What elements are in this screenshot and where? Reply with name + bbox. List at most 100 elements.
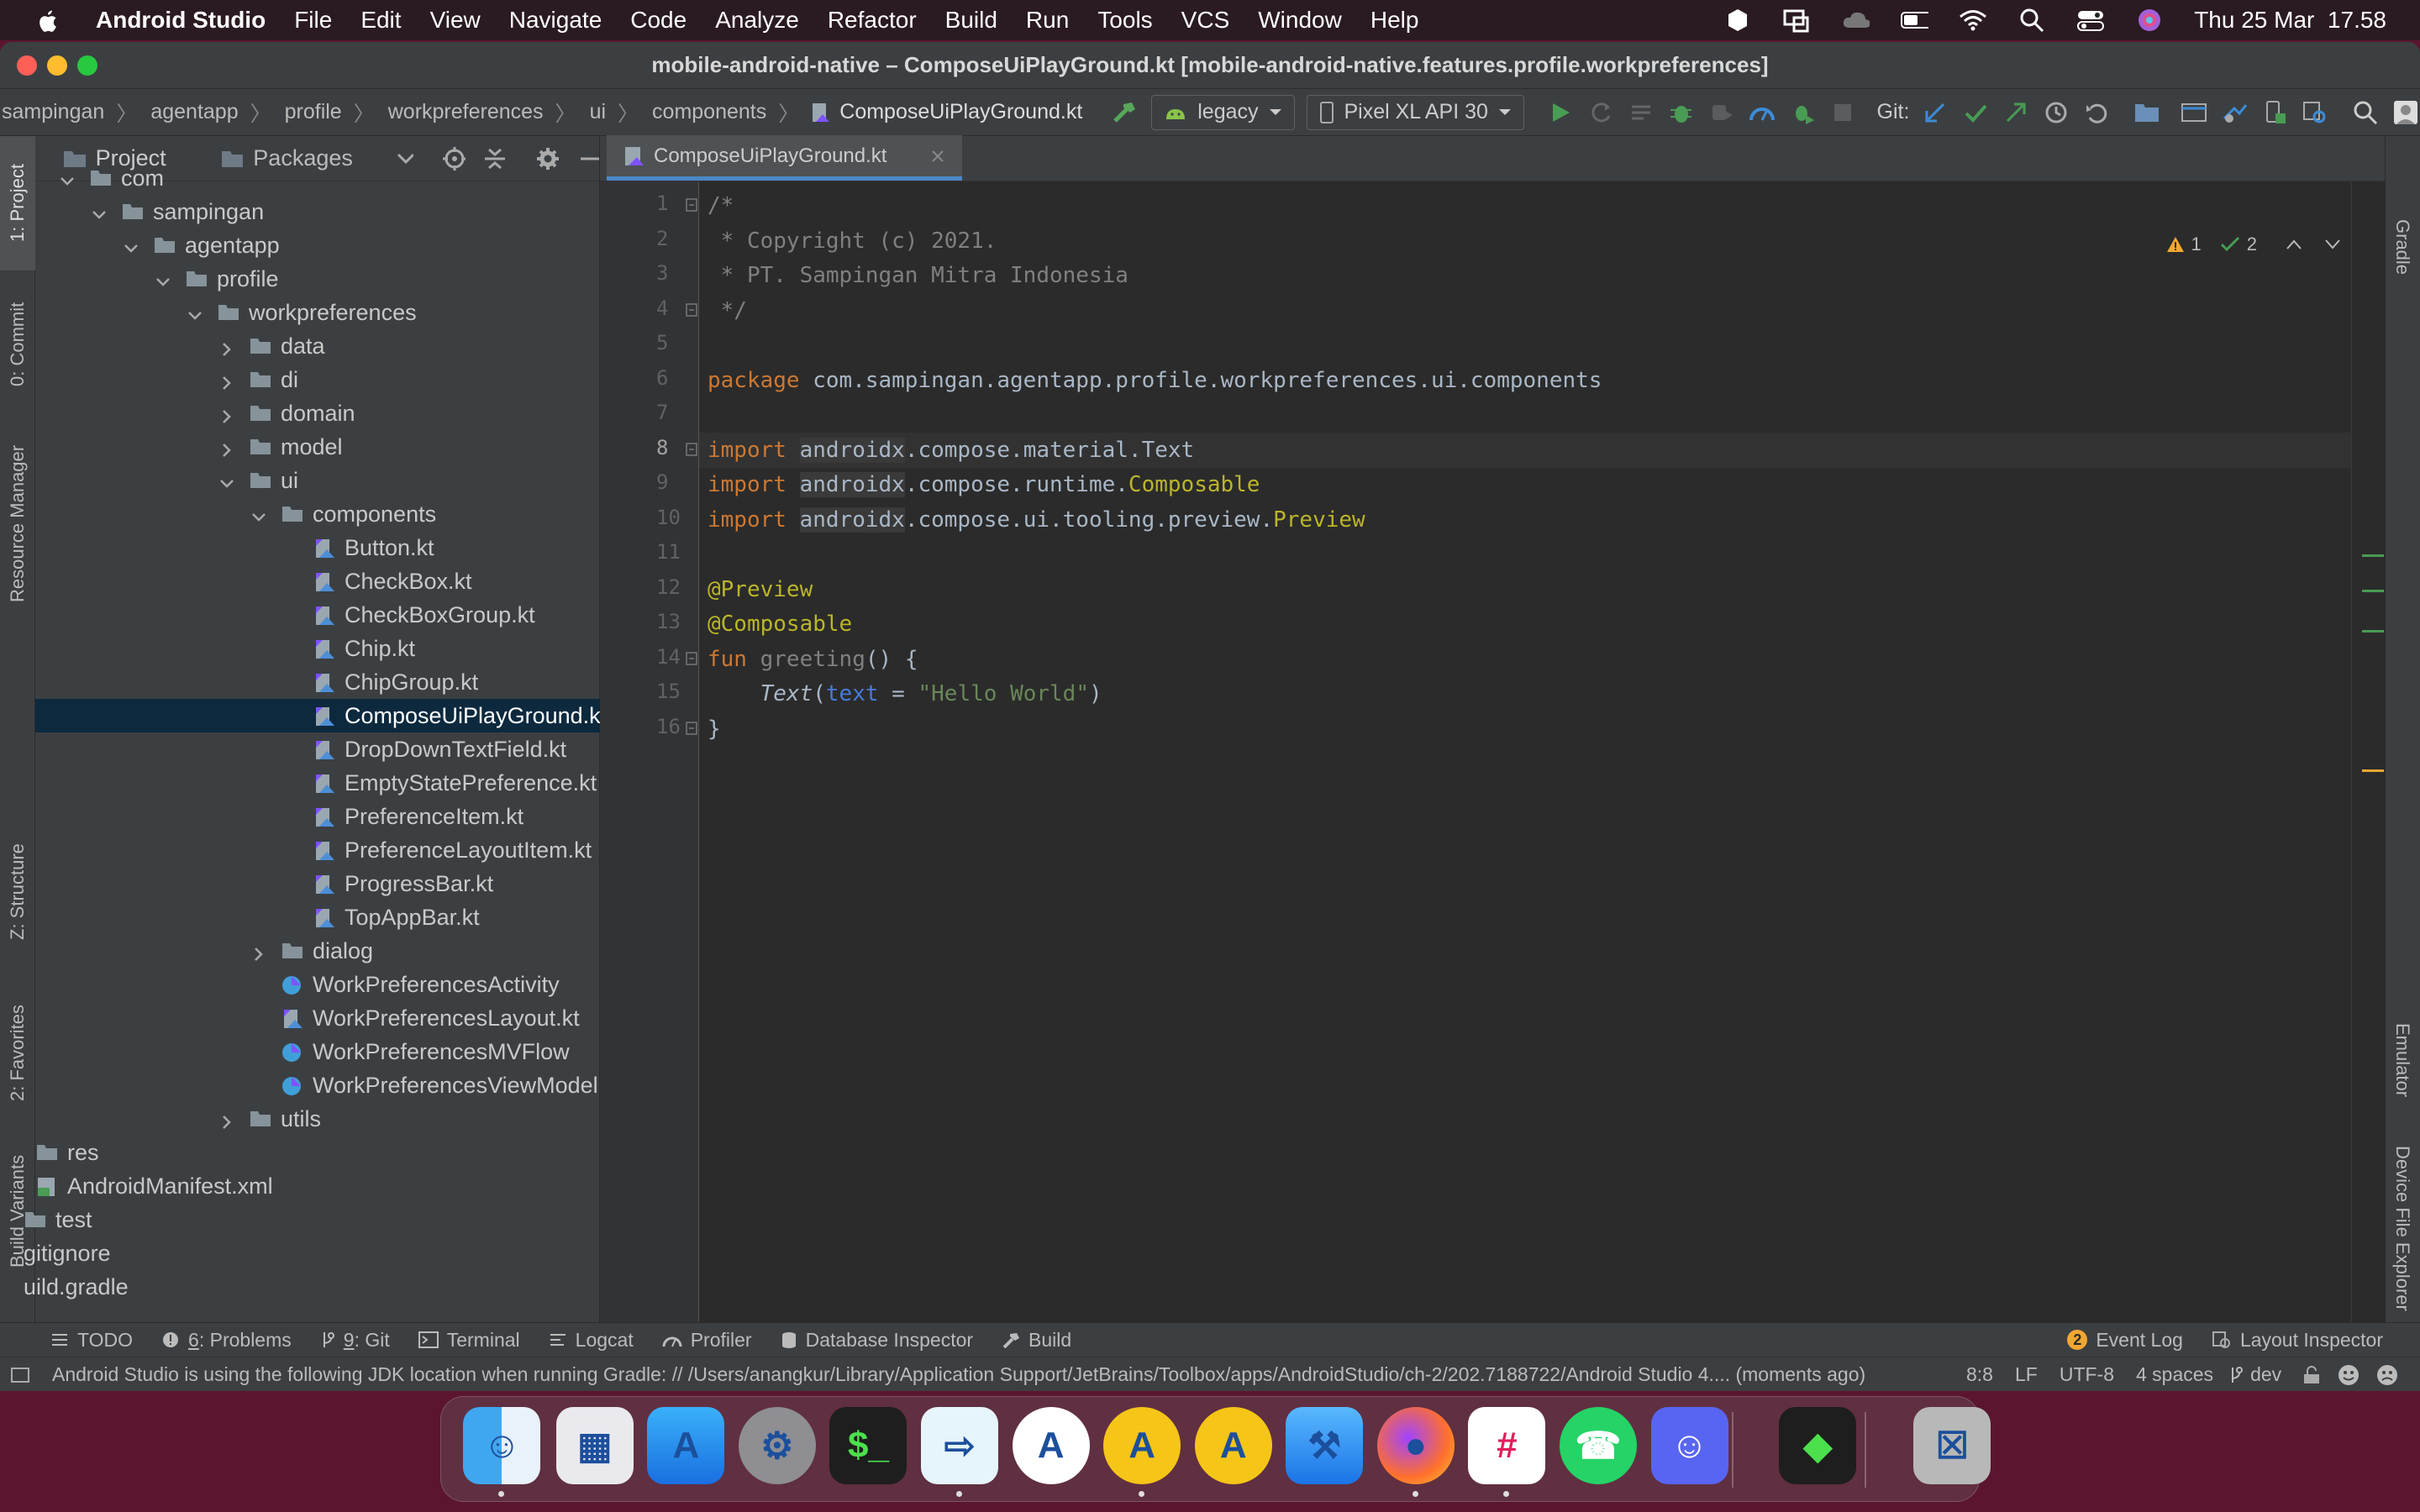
chevron-right-icon[interactable] xyxy=(218,405,235,423)
code-line[interactable]: @Composable xyxy=(708,606,852,642)
code-area[interactable]: /* * Copyright (c) 2021. * PT. Sampingan… xyxy=(708,181,2385,1322)
layout-inspector-button[interactable]: Layout Inspector xyxy=(2212,1329,2383,1352)
tree-file[interactable]: ProgressBar.kt xyxy=(35,867,600,900)
menu-app-name[interactable]: Android Studio xyxy=(96,7,266,34)
git-push-icon[interactable] xyxy=(2002,97,2030,129)
tree-file[interactable]: uild.gradle xyxy=(24,1270,600,1304)
menu-file[interactable]: File xyxy=(294,7,332,34)
file-encoding[interactable]: UTF-8 xyxy=(2060,1363,2114,1386)
tab-device-file-explorer[interactable]: Device File Explorer xyxy=(2385,1144,2420,1312)
tool-window-problems[interactable]: 6: Problems xyxy=(161,1329,292,1352)
tree-folder[interactable]: sampingan xyxy=(35,195,600,228)
tab-resource-manager[interactable]: Resource Manager xyxy=(0,427,35,620)
breadcrumb-item[interactable]: ui xyxy=(588,100,618,124)
tree-file[interactable]: AndroidManifest.xml xyxy=(35,1169,600,1203)
chevron-down-icon[interactable] xyxy=(218,472,235,489)
tool-window-profiler[interactable]: Profiler xyxy=(662,1329,752,1352)
tree-file[interactable]: DropDownTextField.kt xyxy=(35,732,600,766)
tree-folder[interactable]: data xyxy=(35,329,600,363)
chevron-up-icon[interactable] xyxy=(2286,239,2302,250)
tree-file[interactable]: PreferenceItem.kt xyxy=(35,800,600,833)
dock-app-xcode[interactable]: ⚒ xyxy=(1286,1407,1364,1484)
search-everywhere-icon[interactable] xyxy=(2351,97,2380,129)
tree-file[interactable]: EmptyStatePreference.kt xyxy=(35,766,600,800)
dock-app-migration[interactable]: ⇨ xyxy=(921,1407,999,1484)
code-line[interactable]: fun greeting() { xyxy=(708,642,918,677)
dock-app-figma[interactable]: ◆ xyxy=(1779,1407,1857,1484)
tool-window-todo[interactable]: TODO xyxy=(50,1329,133,1352)
breadcrumb-item[interactable]: sampingan xyxy=(0,100,116,124)
run-config-select[interactable]: legacy xyxy=(1151,94,1295,130)
dock-app-android-studio[interactable]: A xyxy=(1012,1407,1090,1484)
chevron-down-icon[interactable] xyxy=(155,270,171,287)
code-line[interactable]: package com.sampingan.agentapp.profile.w… xyxy=(708,363,1602,398)
chevron-down-icon[interactable] xyxy=(91,203,108,220)
battery-icon[interactable] xyxy=(1900,8,1929,33)
git-commit-icon[interactable] xyxy=(1961,97,1990,129)
code-line[interactable]: import androidx.compose.ui.tooling.previ… xyxy=(708,502,1365,538)
rollback-icon[interactable] xyxy=(2082,97,2111,129)
tree-folder[interactable]: agentapp xyxy=(35,228,600,262)
breadcrumb-item[interactable]: profile xyxy=(283,100,354,124)
tab-commit[interactable]: 0: Commit xyxy=(0,286,35,403)
lock-icon[interactable] xyxy=(2302,1365,2322,1385)
history-icon[interactable] xyxy=(2042,97,2070,129)
dock-app-android-studio-preview[interactable]: A xyxy=(1194,1407,1272,1484)
menu-refactor[interactable]: Refactor xyxy=(828,7,917,34)
dock-app-finder[interactable]: ☺ xyxy=(463,1407,541,1484)
tree-folder[interactable]: model xyxy=(35,430,600,464)
menu-build[interactable]: Build xyxy=(945,7,997,34)
siri-icon[interactable] xyxy=(2135,8,2164,33)
tree-file[interactable]: Chip.kt xyxy=(35,632,600,665)
dock-app-android-studio-beta[interactable]: A xyxy=(1103,1407,1181,1484)
breadcrumb-item[interactable]: workpreferences xyxy=(387,100,555,124)
tree-folder[interactable]: dialog xyxy=(35,934,600,968)
dock-app-system-preferences[interactable]: ⚙ xyxy=(738,1407,816,1484)
code-line[interactable]: /* xyxy=(708,188,734,223)
status-message[interactable]: Android Studio is using the following JD… xyxy=(52,1363,1918,1386)
menu-navigate[interactable]: Navigate xyxy=(509,7,602,34)
dock-app-whatsapp[interactable]: ☎ xyxy=(1559,1407,1637,1484)
tree-folder[interactable]: workpreferences xyxy=(35,296,600,329)
code-line[interactable]: * Copyright (c) 2021. xyxy=(708,223,997,259)
tool-window-logcat[interactable]: Logcat xyxy=(549,1329,634,1352)
tree-folder[interactable]: test xyxy=(25,1203,600,1236)
tree-file[interactable]: Button.kt xyxy=(35,531,600,564)
user-avatar-icon[interactable] xyxy=(2391,97,2420,129)
minimize-window-button[interactable] xyxy=(47,55,67,76)
fold-icon[interactable] xyxy=(686,302,697,321)
menu-view[interactable]: View xyxy=(430,7,481,34)
tree-file[interactable]: ChipGroup.kt xyxy=(35,665,600,699)
chevron-right-icon[interactable] xyxy=(218,371,235,390)
close-icon[interactable] xyxy=(930,149,945,164)
fold-icon[interactable] xyxy=(686,198,697,216)
sdk-manager-icon[interactable] xyxy=(2180,97,2208,129)
chevron-right-icon[interactable] xyxy=(218,438,235,457)
tree-folder[interactable]: components xyxy=(35,497,600,531)
device-select[interactable]: Pixel XL API 30 xyxy=(1306,94,1524,130)
code-line[interactable]: */ xyxy=(708,293,747,328)
debug-icon[interactable] xyxy=(1667,97,1696,129)
editor-tab[interactable]: ComposeUiPlayGround.kt xyxy=(607,135,963,181)
menu-window[interactable]: Window xyxy=(1258,7,1342,34)
tree-file[interactable]: WorkPreferencesMVFlow xyxy=(35,1035,600,1068)
tool-window-terminal[interactable]: Terminal xyxy=(418,1329,520,1352)
spotlight-icon[interactable] xyxy=(2018,8,2046,33)
sync-gradle-icon[interactable] xyxy=(2220,97,2249,129)
tab-gradle[interactable]: Gradle xyxy=(2385,188,2420,306)
dock-app-trash[interactable]: ☒ xyxy=(1913,1407,1991,1484)
breadcrumb-item[interactable]: components xyxy=(650,100,778,124)
error-stripe[interactable] xyxy=(2351,181,2385,1322)
menu-vcs[interactable]: VCS xyxy=(1181,7,1230,34)
git-branch[interactable]: dev xyxy=(2250,1363,2281,1386)
tree-file[interactable]: WorkPreferencesActivity xyxy=(35,968,600,1001)
zoom-window-button[interactable] xyxy=(77,55,97,76)
tab-structure[interactable]: Z: Structure xyxy=(0,825,35,959)
tool-windows-toggle-icon[interactable] xyxy=(10,1366,30,1384)
chevron-right-icon[interactable] xyxy=(218,338,235,356)
tree-folder[interactable]: domain xyxy=(35,396,600,430)
profile-icon[interactable] xyxy=(1748,97,1776,129)
inspection-widget[interactable]: 1 2 xyxy=(2166,234,2342,255)
sad-icon[interactable] xyxy=(2375,1363,2399,1387)
dock-app-slack[interactable]: # xyxy=(1468,1407,1546,1484)
